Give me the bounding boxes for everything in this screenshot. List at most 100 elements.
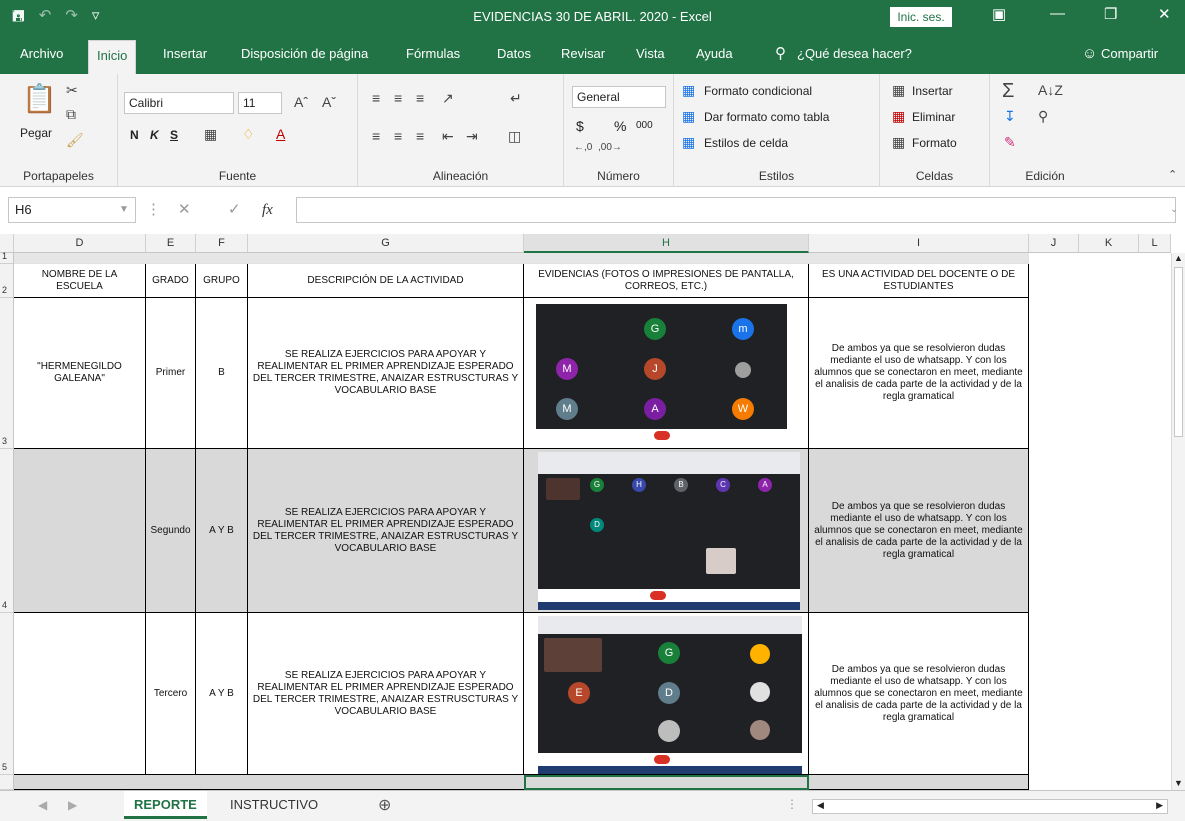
format-as-table-button[interactable]: Dar formato como tabla [704,110,829,124]
sheet-tab-instructivo[interactable]: INSTRUCTIVO [220,791,328,819]
name-box-dropdown-icon[interactable]: ▼ [119,197,129,223]
align-right-icon[interactable]: ≡ [416,128,424,144]
cell-actividad[interactable]: De ambos ya que se resolvieron dudas med… [809,298,1029,449]
tab-formulas[interactable]: Fórmulas [406,34,460,74]
fill-icon[interactable]: ↧ [1004,108,1016,125]
cell-escuela[interactable] [14,449,146,613]
vertical-scrollbar[interactable]: ▲ ▼ [1171,253,1185,790]
horizontal-scrollbar[interactable]: ◀ ▶ [812,799,1168,814]
align-middle-icon[interactable]: ≡ [394,90,402,106]
increase-decimal-icon[interactable]: ←,0 [574,142,592,153]
cell-grupo[interactable]: B [196,298,248,449]
row-header-5[interactable]: 5 [0,613,14,775]
column-header-d[interactable]: D [14,234,146,253]
cancel-entry-icon[interactable]: ✕ [178,197,191,223]
cell-grado[interactable]: Segundo [146,449,196,613]
fill-color-icon[interactable]: ♢ [242,126,255,143]
confirm-entry-icon[interactable]: ✓ [228,197,241,223]
column-header-j[interactable]: J [1029,234,1079,253]
row-header-6[interactable] [0,775,14,790]
cell-descripcion[interactable]: SE REALIZA EJERCICIOS PARA APOYAR Y REAL… [248,298,524,449]
tab-revisar[interactable]: Revisar [561,34,605,74]
decrease-decimal-icon[interactable]: ,00→ [598,142,622,153]
orientation-icon[interactable]: ↗ [442,90,454,107]
thousands-button[interactable]: 000 [636,120,653,131]
percent-button[interactable]: % [614,118,626,134]
shrink-font-icon[interactable]: Aˇ [322,94,336,110]
header-grado[interactable]: GRADO [146,264,196,298]
sort-filter-icon[interactable]: A↓Z [1038,82,1063,98]
number-format-select[interactable]: General [572,86,666,108]
column-header-g[interactable]: G [248,234,524,253]
row-header-4[interactable]: 4 [0,449,14,613]
italic-button[interactable]: K [150,128,159,142]
decrease-indent-icon[interactable]: ⇤ [442,128,454,145]
find-select-icon[interactable]: ⚲ [1038,108,1048,125]
close-icon[interactable]: ✕ [1158,5,1171,23]
maximize-icon[interactable]: ❐ [1104,5,1117,23]
column-header-k[interactable]: K [1079,234,1139,253]
cell-descripcion[interactable]: SE REALIZA EJERCICIOS PARA APOYAR Y REAL… [248,613,524,775]
split-handle-icon[interactable]: ⋮ [786,797,798,811]
column-header-e[interactable]: E [146,234,196,253]
selected-cell-h6[interactable] [524,775,809,790]
borders-icon[interactable]: ▦ [204,126,217,143]
name-box[interactable]: H6 [8,197,136,223]
increase-indent-icon[interactable]: ⇥ [466,128,478,145]
row-header-3[interactable]: 3 [0,298,14,449]
vertical-scroll-thumb[interactable] [1174,267,1183,437]
tab-archivo[interactable]: Archivo [20,34,63,74]
cell-grado[interactable]: Primer [146,298,196,449]
column-header-l[interactable]: L [1139,234,1171,253]
column-header-f[interactable]: F [196,234,248,253]
cell-escuela[interactable]: "HERMENEGILDO GALEANA" [14,298,146,449]
row-header-2[interactable]: 2 [0,264,14,298]
cell-grupo[interactable]: A Y B [196,449,248,613]
align-left-icon[interactable]: ≡ [372,128,380,144]
scroll-up-icon[interactable]: ▲ [1174,253,1183,263]
row-1-cells[interactable] [14,253,1029,264]
paste-label[interactable]: Pegar [20,126,52,140]
font-size-select[interactable]: 11 [238,92,282,114]
header-evidencias[interactable]: EVIDENCIAS (FOTOS O IMPRESIONES DE PANTA… [524,264,809,298]
format-cells-button[interactable]: Formato [912,136,957,150]
grow-font-icon[interactable]: Aˆ [294,94,308,110]
tab-inicio[interactable]: Inicio [88,40,137,74]
cell-styles-button[interactable]: Estilos de celda [704,136,788,150]
delete-cells-button[interactable]: Eliminar [912,110,955,124]
tab-datos[interactable]: Datos [497,34,531,74]
insert-cells-button[interactable]: Insertar [912,84,953,98]
sheet-tab-reporte[interactable]: REPORTE [124,791,207,819]
conditional-format-button[interactable]: Formato condicional [704,84,812,98]
cell-descripcion[interactable]: SE REALIZA EJERCICIOS PARA APOYAR Y REAL… [248,449,524,613]
worksheet-grid[interactable]: D E F G H I J K L 1 2 3 4 5 NOMBRE DE LA… [0,234,1185,790]
scroll-left-icon[interactable]: ◀ [817,800,824,811]
font-name-select[interactable]: Calibri [124,92,234,114]
align-center-icon[interactable]: ≡ [394,128,402,144]
clear-icon[interactable]: ✎ [1004,134,1016,151]
prev-sheet-icon[interactable]: ◀ [38,798,47,812]
cell-escuela[interactable] [14,613,146,775]
font-color-icon[interactable]: A [276,126,285,142]
plus-circle-icon[interactable]: ⊕ [378,795,391,815]
ribbon-display-icon[interactable]: ▣ [992,5,1006,23]
format-painter-icon[interactable]: 🖌 [66,132,84,149]
autosum-icon[interactable]: Σ [1002,80,1014,103]
cut-icon[interactable]: ✂ [66,82,78,99]
minimize-icon[interactable]: — [1050,5,1065,22]
scroll-right-icon[interactable]: ▶ [1156,800,1163,811]
sign-in-button[interactable]: Inic. ses. [890,7,952,27]
copy-icon[interactable]: ⧉ [66,106,76,123]
header-actividad[interactable]: ES UNA ACTIVIDAD DEL DOCENTE O DE ESTUDI… [809,264,1029,298]
share-button[interactable]: Compartir [1101,34,1158,74]
formula-input[interactable] [296,197,1176,223]
scroll-down-icon[interactable]: ▼ [1174,778,1183,788]
cell-actividad[interactable]: De ambos ya que se resolvieron dudas med… [809,613,1029,775]
tab-disposicion[interactable]: Disposición de página [241,34,368,74]
cell-actividad[interactable]: De ambos ya que se resolvieron dudas med… [809,449,1029,613]
tab-insertar[interactable]: Insertar [163,34,207,74]
paste-icon[interactable]: 📋 [22,82,57,115]
header-grupo[interactable]: GRUPO [196,264,248,298]
insert-function-button[interactable]: fx [262,197,273,223]
column-header-h[interactable]: H [524,234,809,253]
